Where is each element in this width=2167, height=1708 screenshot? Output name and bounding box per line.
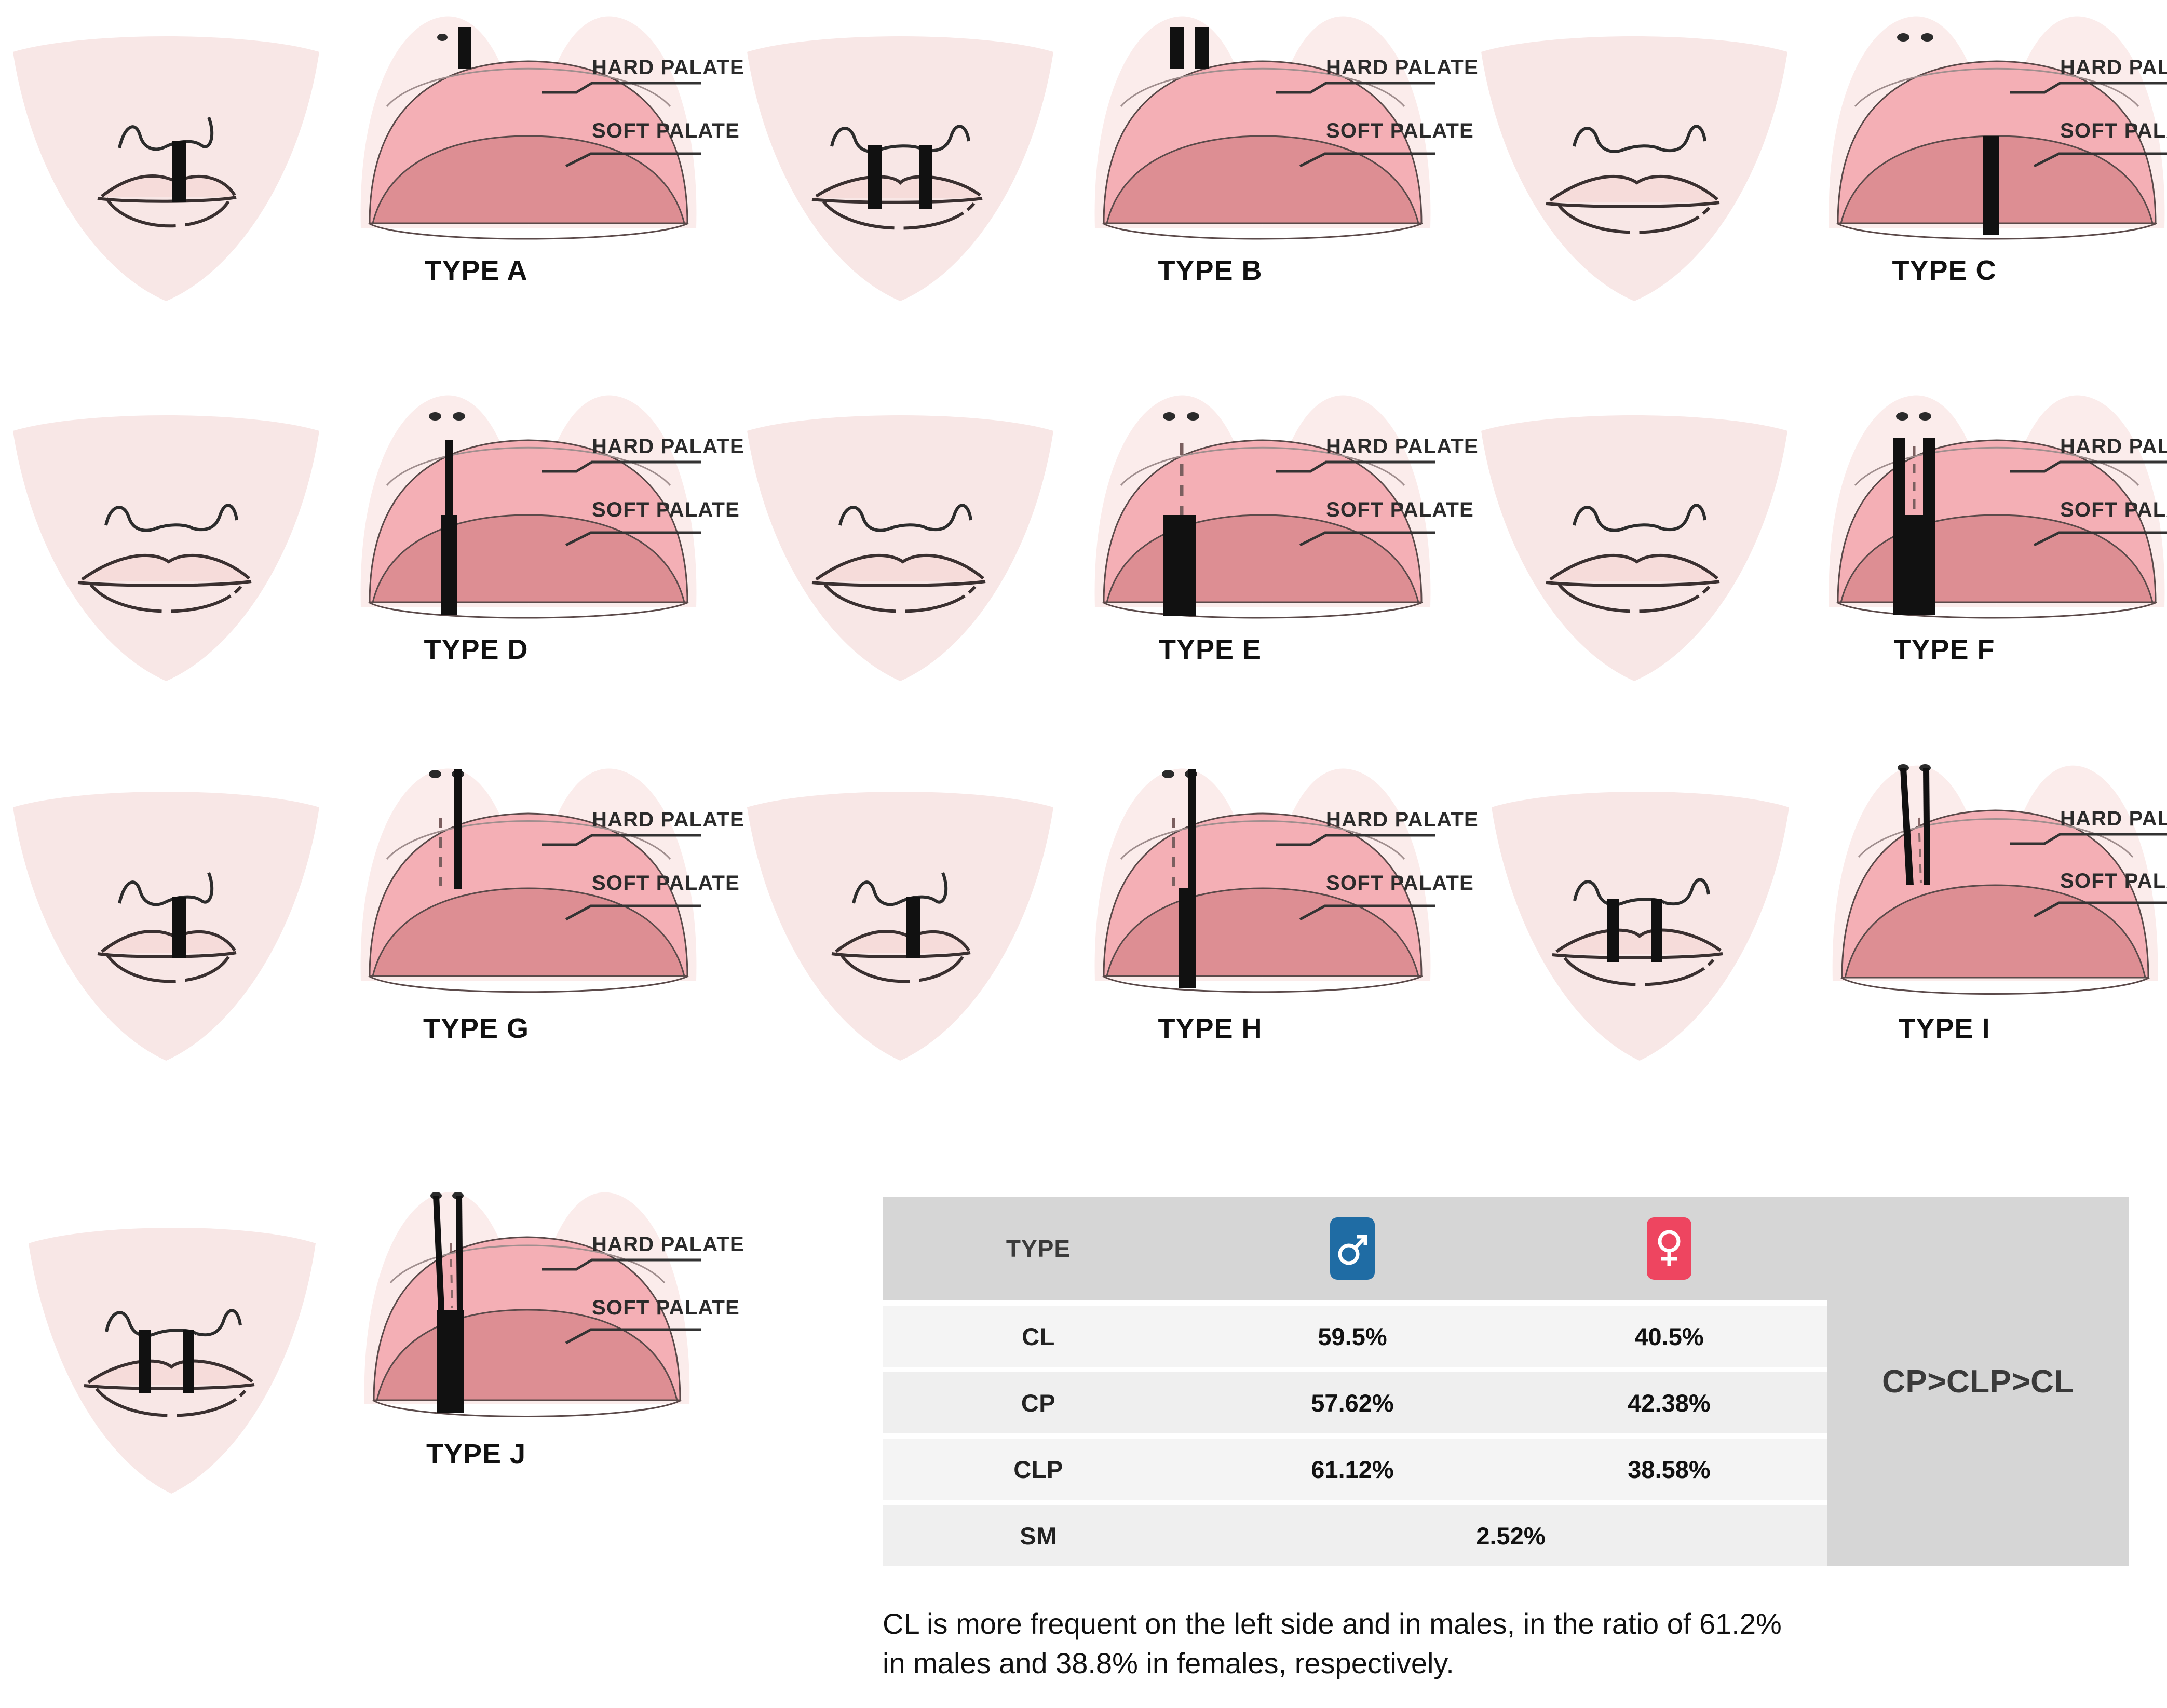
type-i-face-illustration [1468, 745, 1800, 1061]
type-row-2: HARD PALATE SOFT PALATE TYPE D HARD PALA… [0, 374, 2167, 685]
type-b-palate-illustration: HARD PALATE SOFT PALATE TYPE B [1066, 0, 1478, 311]
type-e-label: TYPE E [1158, 634, 1262, 665]
type-h-label: TYPE H [1158, 1013, 1263, 1044]
type-i-palate-illustration: HARD PALATE SOFT PALATE TYPE I [1800, 745, 2167, 1056]
type-g-label: TYPE G [423, 1013, 530, 1044]
clp-female-value: 38.58% [1511, 1439, 1827, 1500]
soft-palate-label: SOFT PALATE [1326, 872, 1474, 894]
type-row-1: HARD PALATE SOFT PALATE TYPE A HARD PALA… [0, 0, 2167, 311]
soft-palate-label: SOFT PALATE [1326, 119, 1474, 142]
figure-caption: CL is more frequent on the left side and… [883, 1607, 1782, 1679]
row-label-cp: CP [883, 1372, 1194, 1433]
type-d-label: TYPE D [424, 634, 529, 665]
soft-palate-label: SOFT PALATE [2060, 870, 2167, 892]
clp-male-value: 61.12% [1194, 1439, 1511, 1500]
hard-palate-label: HARD PALATE [1326, 56, 1479, 79]
row-label-sm: SM [883, 1505, 1194, 1566]
female-gender-icon [1647, 1217, 1691, 1280]
soft-palate-label: SOFT PALATE [592, 872, 740, 894]
type-h-face-illustration [734, 745, 1066, 1061]
type-f-label: TYPE F [1893, 634, 1995, 665]
soft-palate-label: SOFT PALATE [2060, 498, 2167, 521]
header-female [1511, 1197, 1827, 1300]
table-header-row: TYPE CP>CLP>CL [883, 1197, 2129, 1566]
row-label-cl: CL [883, 1306, 1194, 1367]
soft-palate-label: SOFT PALATE [592, 1296, 740, 1319]
hard-palate-label: HARD PALATE [2060, 435, 2167, 458]
row-separator [883, 1300, 1827, 1306]
type-g-palate-illustration: HARD PALATE SOFT PALATE TYPE G [332, 745, 744, 1056]
type-c-label: TYPE C [1892, 255, 1997, 286]
sm-merged-value: 2.52% [1194, 1505, 1827, 1566]
type-c-palate-illustration: HARD PALATE SOFT PALATE TYPE C [1800, 0, 2167, 311]
male-gender-icon [1330, 1217, 1375, 1280]
cp-male-value: 57.62% [1194, 1372, 1511, 1433]
type-a-palate-illustration: HARD PALATE SOFT PALATE TYPE A [332, 0, 744, 311]
cp-female-value: 42.38% [1511, 1372, 1827, 1433]
type-g-face-illustration [0, 745, 332, 1061]
type-i-label: TYPE I [1898, 1013, 1990, 1044]
row-separator [883, 1433, 1827, 1439]
hard-palate-label: HARD PALATE [592, 56, 744, 79]
cl-male-value: 59.5% [1194, 1306, 1511, 1367]
hard-palate-label: HARD PALATE [2060, 807, 2167, 830]
header-type: TYPE [883, 1197, 1194, 1300]
soft-palate-label: SOFT PALATE [592, 498, 740, 521]
hard-palate-label: HARD PALATE [1326, 435, 1479, 458]
hard-palate-label: HARD PALATE [592, 435, 744, 458]
soft-palate-label: SOFT PALATE [592, 119, 740, 142]
hard-palate-label: HARD PALATE [2060, 56, 2167, 79]
row-label-clp: CLP [883, 1439, 1194, 1500]
type-j-label: TYPE J [426, 1439, 526, 1470]
header-male [1194, 1197, 1511, 1300]
row-separator [883, 1500, 1827, 1505]
type-d-palate-illustration: HARD PALATE SOFT PALATE TYPE D [332, 374, 744, 685]
summary-cell: CP>CLP>CL [1827, 1197, 2129, 1566]
type-row-3: HARD PALATE SOFT PALATE TYPE G HARD PALA… [0, 745, 2167, 1061]
type-a-label: TYPE A [424, 255, 528, 286]
cl-female-value: 40.5% [1511, 1306, 1827, 1367]
type-e-palate-illustration: HARD PALATE SOFT PALATE TYPE E [1066, 374, 1478, 685]
type-h-palate-illustration: HARD PALATE SOFT PALATE TYPE H [1066, 745, 1478, 1056]
soft-palate-label: SOFT PALATE [2060, 119, 2167, 142]
hard-palate-label: HARD PALATE [592, 1233, 744, 1256]
soft-palate-label: SOFT PALATE [1326, 498, 1474, 521]
statistics-table: TYPE CP>CLP>CL CL 59.5% 40.5% CP 57.62% … [883, 1197, 2129, 1566]
type-b-label: TYPE B [1158, 255, 1263, 286]
type-f-palate-illustration: HARD PALATE SOFT PALATE TYPE F [1800, 374, 2167, 685]
hard-palate-label: HARD PALATE [592, 808, 744, 831]
hard-palate-label: HARD PALATE [1326, 808, 1479, 831]
type-j-palate-illustration: HARD PALATE SOFT PALATE TYPE J [332, 1176, 744, 1487]
cleft-lip-palate-classification-figure: HARD PALATE SOFT PALATE TYPE A HARD PALA… [0, 0, 2167, 1708]
row-separator [883, 1367, 1827, 1372]
